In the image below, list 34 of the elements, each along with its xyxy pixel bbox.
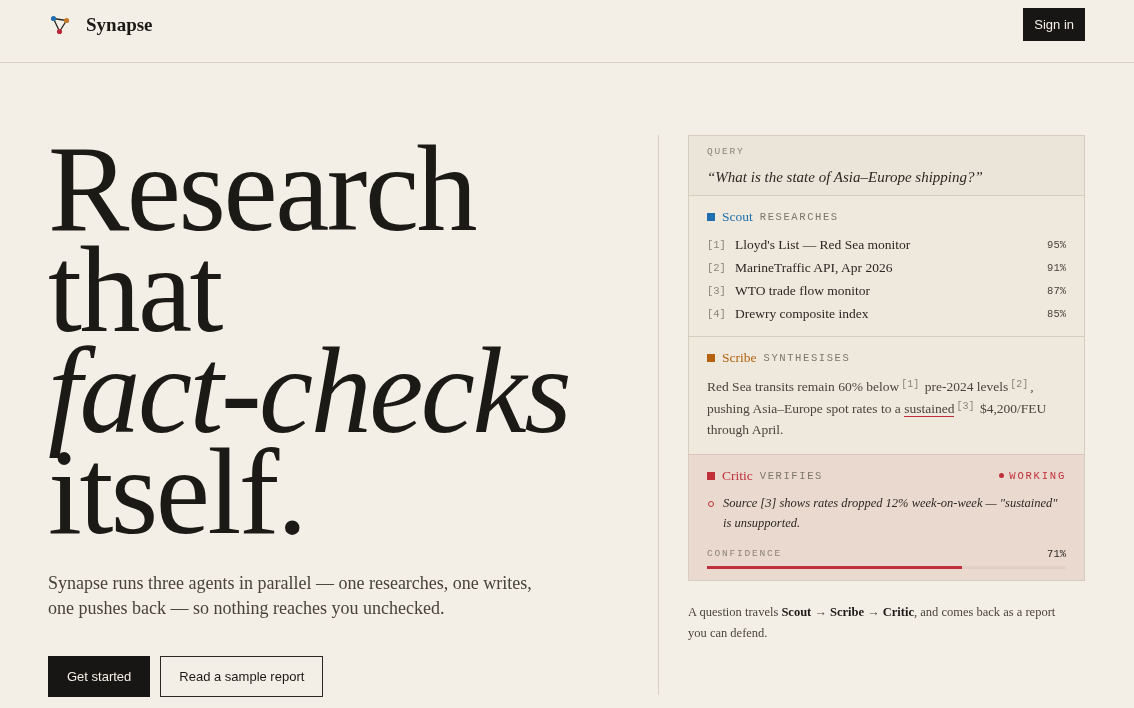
agent-name: Scout bbox=[722, 209, 753, 225]
source-title: WTO trade flow monitor bbox=[735, 282, 871, 299]
source-score: 91% bbox=[1047, 261, 1066, 274]
agent-role: RESEARCHES bbox=[759, 211, 839, 223]
source-ref: [4] bbox=[707, 307, 727, 320]
query-text: “What is the state of Asia–Europe shipping?” bbox=[707, 168, 984, 187]
get-started-button[interactable]: Get started bbox=[48, 656, 151, 697]
brand-name: Synapse bbox=[86, 13, 153, 36]
source-ref: [1] bbox=[707, 238, 727, 251]
source-score: 85% bbox=[1047, 307, 1066, 320]
agent-role: SYNTHESISES bbox=[763, 352, 851, 364]
source-ref: [2] bbox=[707, 261, 727, 274]
source-title: Lloyd's List — Red Sea monitor bbox=[735, 236, 911, 253]
logo-icon bbox=[50, 14, 70, 35]
sign-in-button[interactable]: Sign in bbox=[1023, 8, 1085, 41]
confidence-label: CONFIDENCE bbox=[707, 546, 782, 561]
query-label: QUERY bbox=[707, 145, 746, 159]
caption-text: A question travels Scout → Scribe → Critic, and comes back as a report you can defend. bbox=[688, 603, 1057, 642]
agent-name: Scribe bbox=[722, 350, 757, 366]
hero-description: Synapse runs three agents in parallel — one researches, one writes, one pushes back — so nothing reaches you unchecked. bbox=[48, 572, 533, 620]
critique-text: Source [3] shows rates dropped 12% week-on-week — "sustained" is unsupported. bbox=[723, 494, 1059, 532]
confidence-value: 71% bbox=[1047, 547, 1066, 560]
source-title: Drewry composite index bbox=[735, 305, 869, 322]
summary-text: Red Sea transits remain 60% below$^{[1]}$ pre-2024 levels$^{[2]}$, pushing Asia–Europe spot rates to a sustained$^{[3]}$ $4,200/FEU through April. bbox=[707, 378, 1048, 439]
source-title: MarineTraffic API, Apr 2026 bbox=[735, 259, 893, 276]
sample-report-button[interactable]: Read a sample report bbox=[160, 656, 324, 697]
agent-role: VERIFIES bbox=[759, 469, 823, 482]
status-dot-icon bbox=[999, 473, 1005, 478]
status-text: WORKING bbox=[1009, 469, 1066, 482]
source-score: 87% bbox=[1047, 284, 1066, 297]
agent-name: Critic bbox=[722, 467, 753, 484]
source-ref: [3] bbox=[707, 284, 727, 297]
headline: Research that fact-checks itself. bbox=[48, 138, 571, 542]
source-score: 95% bbox=[1047, 238, 1066, 251]
